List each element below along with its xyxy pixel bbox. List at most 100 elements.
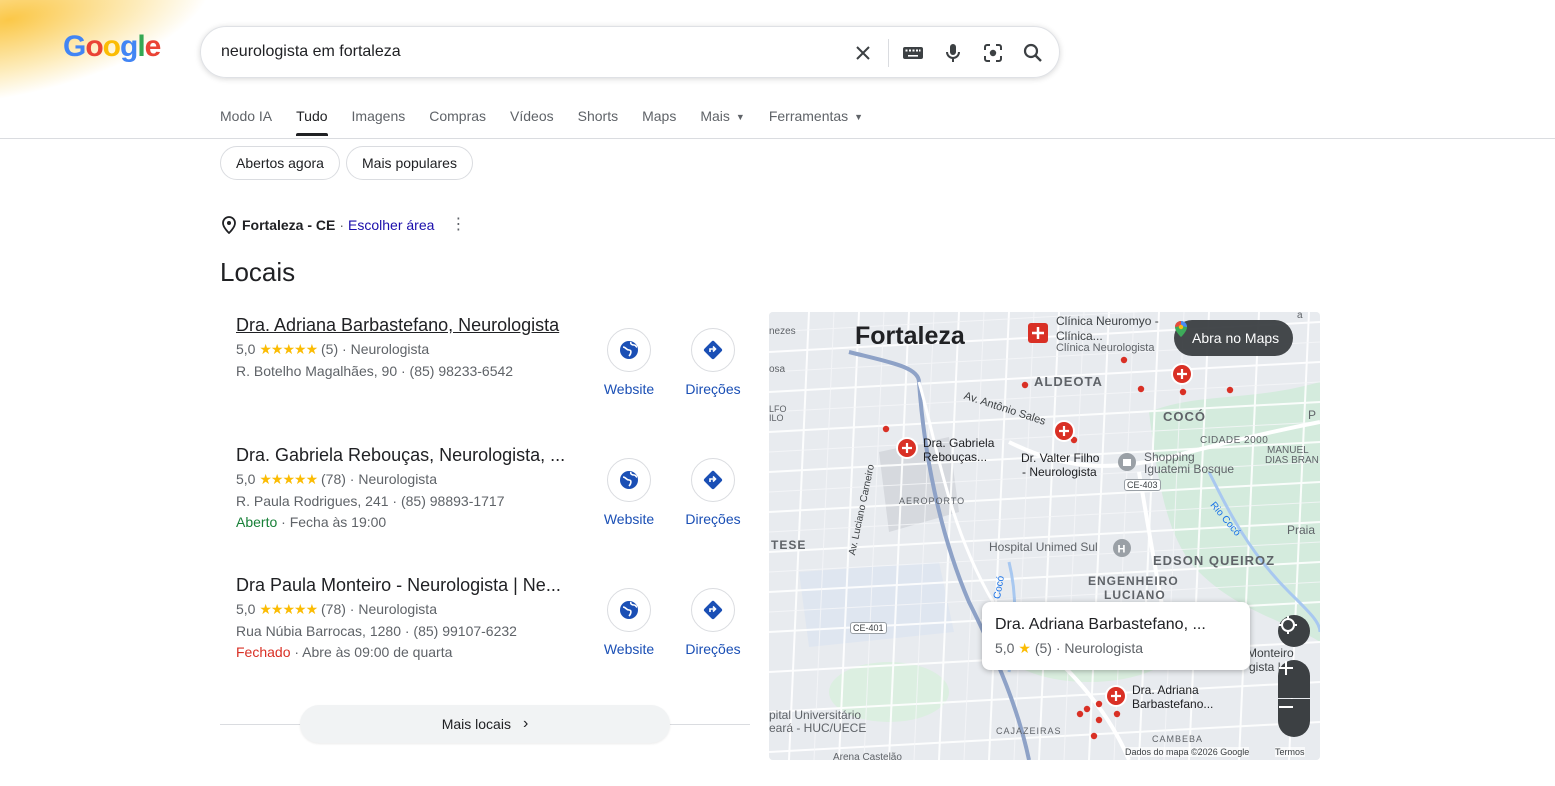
zoom-out-button[interactable] [1278, 699, 1310, 737]
map-label: osa [769, 364, 786, 375]
map-label: Clínica... [1056, 329, 1103, 343]
map-place-card[interactable]: Dra. Adriana Barbastefano, ... 5,0 ★ (5)… [982, 602, 1250, 670]
my-location-button[interactable] [1278, 615, 1310, 647]
map-label: ILO [769, 413, 784, 423]
map-label: Barbastefano... [1132, 697, 1214, 711]
close-icon[interactable] [851, 41, 875, 65]
tab-mais[interactable]: Mais ▼ [700, 108, 744, 138]
place-rating-line: 5,0 ★★★★★ (78) · Neurologista [236, 471, 437, 487]
tab-shorts[interactable]: Shorts [578, 108, 618, 138]
map-label: Dra. Adriana [1132, 683, 1199, 697]
directions-button[interactable]: Direções [673, 328, 753, 397]
microphone-icon[interactable] [941, 41, 965, 65]
svg-text:H: H [1118, 544, 1126, 556]
place-hours: Fechado · Abre às 09:00 de quarta [236, 644, 453, 660]
choose-area-link[interactable]: Escolher área [348, 217, 434, 233]
website-button[interactable]: Website [589, 328, 669, 397]
tab-modo-ia[interactable]: Modo IA [220, 108, 272, 138]
search-input[interactable]: neurologista em fortaleza [221, 43, 401, 61]
open-in-maps-button[interactable]: Abra no Maps [1174, 320, 1294, 356]
map-terms-link[interactable]: Termos [1275, 747, 1305, 757]
lens-icon[interactable] [981, 41, 1005, 65]
map-pin-icon [896, 437, 918, 459]
map-pin-icon [1171, 363, 1193, 385]
globe-icon [607, 458, 651, 502]
website-button[interactable]: Website [589, 588, 669, 657]
map-label: Clínica Neuromyo - [1056, 314, 1159, 328]
location-place: Fortaleza - CE [242, 217, 336, 233]
place-name[interactable]: Dra. Gabriela Rebouças, Neurologista, ..… [236, 445, 576, 466]
caret-down-icon: ▼ [735, 112, 745, 122]
globe-icon [607, 588, 651, 632]
map-label: ALDEOTA [1034, 374, 1103, 389]
list-item[interactable]: Dra Paula Monteiro - Neurologista | Ne..… [236, 575, 576, 660]
map-pin-icon [1105, 685, 1127, 707]
map-pin-icon [1028, 323, 1048, 343]
directions-icon [691, 588, 735, 632]
map-pin-icon [1053, 420, 1075, 442]
tab-compras[interactable]: Compras [429, 108, 486, 138]
map-label: P [1308, 408, 1317, 422]
tab-imagens[interactable]: Imagens [352, 108, 406, 138]
google-logo[interactable]: Google [63, 30, 161, 64]
more-places-button[interactable]: Mais locais › [300, 705, 670, 743]
tab-tudo[interactable]: Tudo [296, 108, 328, 138]
directions-button[interactable]: Direções [673, 588, 753, 657]
place-address: R. Paula Rodrigues, 241 · (85) 98893-171… [236, 493, 505, 509]
tab-ferramentas[interactable]: Ferramentas ▼ [769, 108, 863, 138]
map-label: Praia [1287, 523, 1316, 537]
map-label: AEROPORTO [899, 496, 966, 506]
star-icon: ★ [1018, 640, 1031, 656]
list-item[interactable]: Dra. Adriana Barbastefano, Neurologista … [236, 315, 576, 379]
card-title: Dra. Adriana Barbastefano, ... [995, 616, 1206, 633]
map-label: Dr. Valter Filho [1021, 451, 1100, 465]
section-title: Locais [220, 257, 296, 287]
place-hours: Aberto · Fecha às 19:00 [236, 514, 387, 530]
keyboard-icon[interactable] [901, 41, 925, 65]
place-address: R. Botelho Magalhães, 90 · (85) 98233-65… [236, 363, 514, 379]
star-rating-icon: ★★★★★ [259, 471, 318, 487]
map-label: Clínica Neurologista [1056, 342, 1155, 354]
map-label: Hospital Unimed Sul [989, 540, 1098, 554]
place-name[interactable]: Dra. Adriana Barbastefano, Neurologista [236, 315, 576, 336]
map-label: CIDADE 2000 [1200, 435, 1269, 446]
zoom-in-button[interactable] [1278, 660, 1310, 698]
map-label: COCÓ [1163, 409, 1206, 424]
website-button[interactable]: Website [589, 458, 669, 527]
tabs-divider [0, 138, 1555, 139]
place-name[interactable]: Dra Paula Monteiro - Neurologista | Ne..… [236, 575, 576, 596]
tab-videos[interactable]: Vídeos [510, 108, 554, 138]
search-divider [888, 39, 889, 67]
map-road-badge: CE-401 [850, 622, 887, 634]
map-label: eará - HUC/UECE [769, 721, 867, 735]
map-label: CAJAZEIRAS [996, 726, 1062, 736]
map-label: DIAS BRAN [1265, 455, 1319, 466]
map-road-badge: CE-403 [1124, 479, 1161, 491]
place-address: Rua Núbia Barrocas, 1280 · (85) 99107-62… [236, 623, 517, 639]
search-icon[interactable] [1021, 41, 1045, 65]
minus-icon [1279, 706, 1293, 708]
map-label: LUCIANO [1104, 588, 1166, 602]
location-pin-icon [222, 216, 236, 234]
search-box[interactable]: neurologista em fortaleza [200, 26, 1060, 78]
chip-abertos-agora[interactable]: Abertos agora [220, 146, 340, 180]
directions-button[interactable]: Direções [673, 458, 753, 527]
map-label: ENGENHEIRO [1088, 574, 1179, 588]
place-rating-line: 5,0 ★★★★★ (78) · Neurologista [236, 601, 437, 617]
map-widget[interactable]: H Fortaleza Clínica Neuromyo - Clínica..… [769, 312, 1320, 760]
list-item[interactable]: Dra. Gabriela Rebouças, Neurologista, ..… [236, 445, 576, 530]
map-label: Rebouças... [923, 450, 988, 464]
map-label: EDSON QUEIROZ [1153, 553, 1276, 568]
card-rating-line: 5,0 ★ (5) · Neurologista [995, 640, 1143, 656]
directions-icon [691, 328, 735, 372]
map-attribution: Dados do mapa ©2026 Google [1125, 747, 1250, 757]
star-rating-icon: ★★★★★ [259, 341, 318, 357]
chip-mais-populares[interactable]: Mais populares [346, 146, 473, 180]
tab-maps[interactable]: Maps [642, 108, 676, 138]
map-label: pital Universitário [769, 708, 862, 722]
crosshair-icon [1279, 616, 1297, 634]
map-label: Iguatemi Bosque [1144, 462, 1235, 476]
globe-icon [607, 328, 651, 372]
more-options-icon[interactable]: ⋮ [450, 217, 466, 233]
map-label: - Neurologista [1022, 465, 1097, 479]
